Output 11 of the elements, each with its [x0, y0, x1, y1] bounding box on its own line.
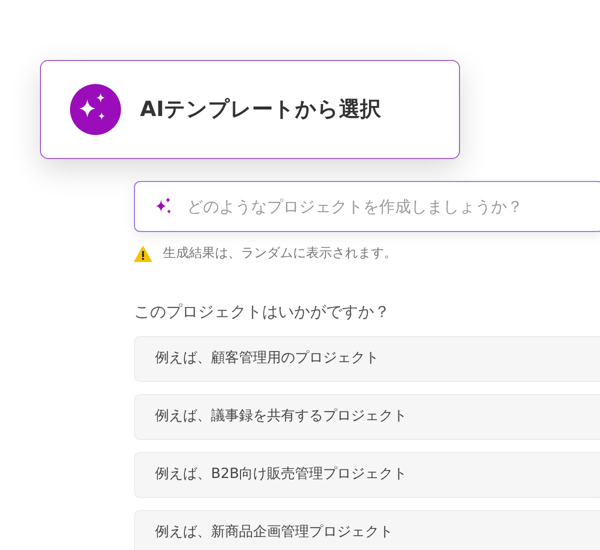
suggestion-item[interactable]: 例えば、新商品企画管理プロジェクト — [134, 510, 600, 550]
notice-text: 生成結果は、ランダムに表示されます。 — [163, 245, 397, 263]
suggestion-item[interactable]: 例えば、顧客管理用のプロジェクト — [134, 336, 600, 382]
suggestion-item[interactable]: 例えば、議事録を共有するプロジェクト — [134, 394, 600, 440]
prompt-field[interactable]: どのようなプロジェクトを作成しましょうか？ — [134, 181, 600, 232]
card-title: AIテンプレートから選択 — [140, 96, 382, 123]
sparkles-icon — [70, 84, 121, 135]
suggestions-heading: このプロジェクトはいかがですか？ — [134, 300, 391, 322]
warning-icon — [134, 246, 152, 262]
suggestion-item[interactable]: 例えば、B2B向け販売管理プロジェクト — [134, 452, 600, 498]
template-card[interactable]: AIテンプレートから選択 — [40, 60, 460, 159]
